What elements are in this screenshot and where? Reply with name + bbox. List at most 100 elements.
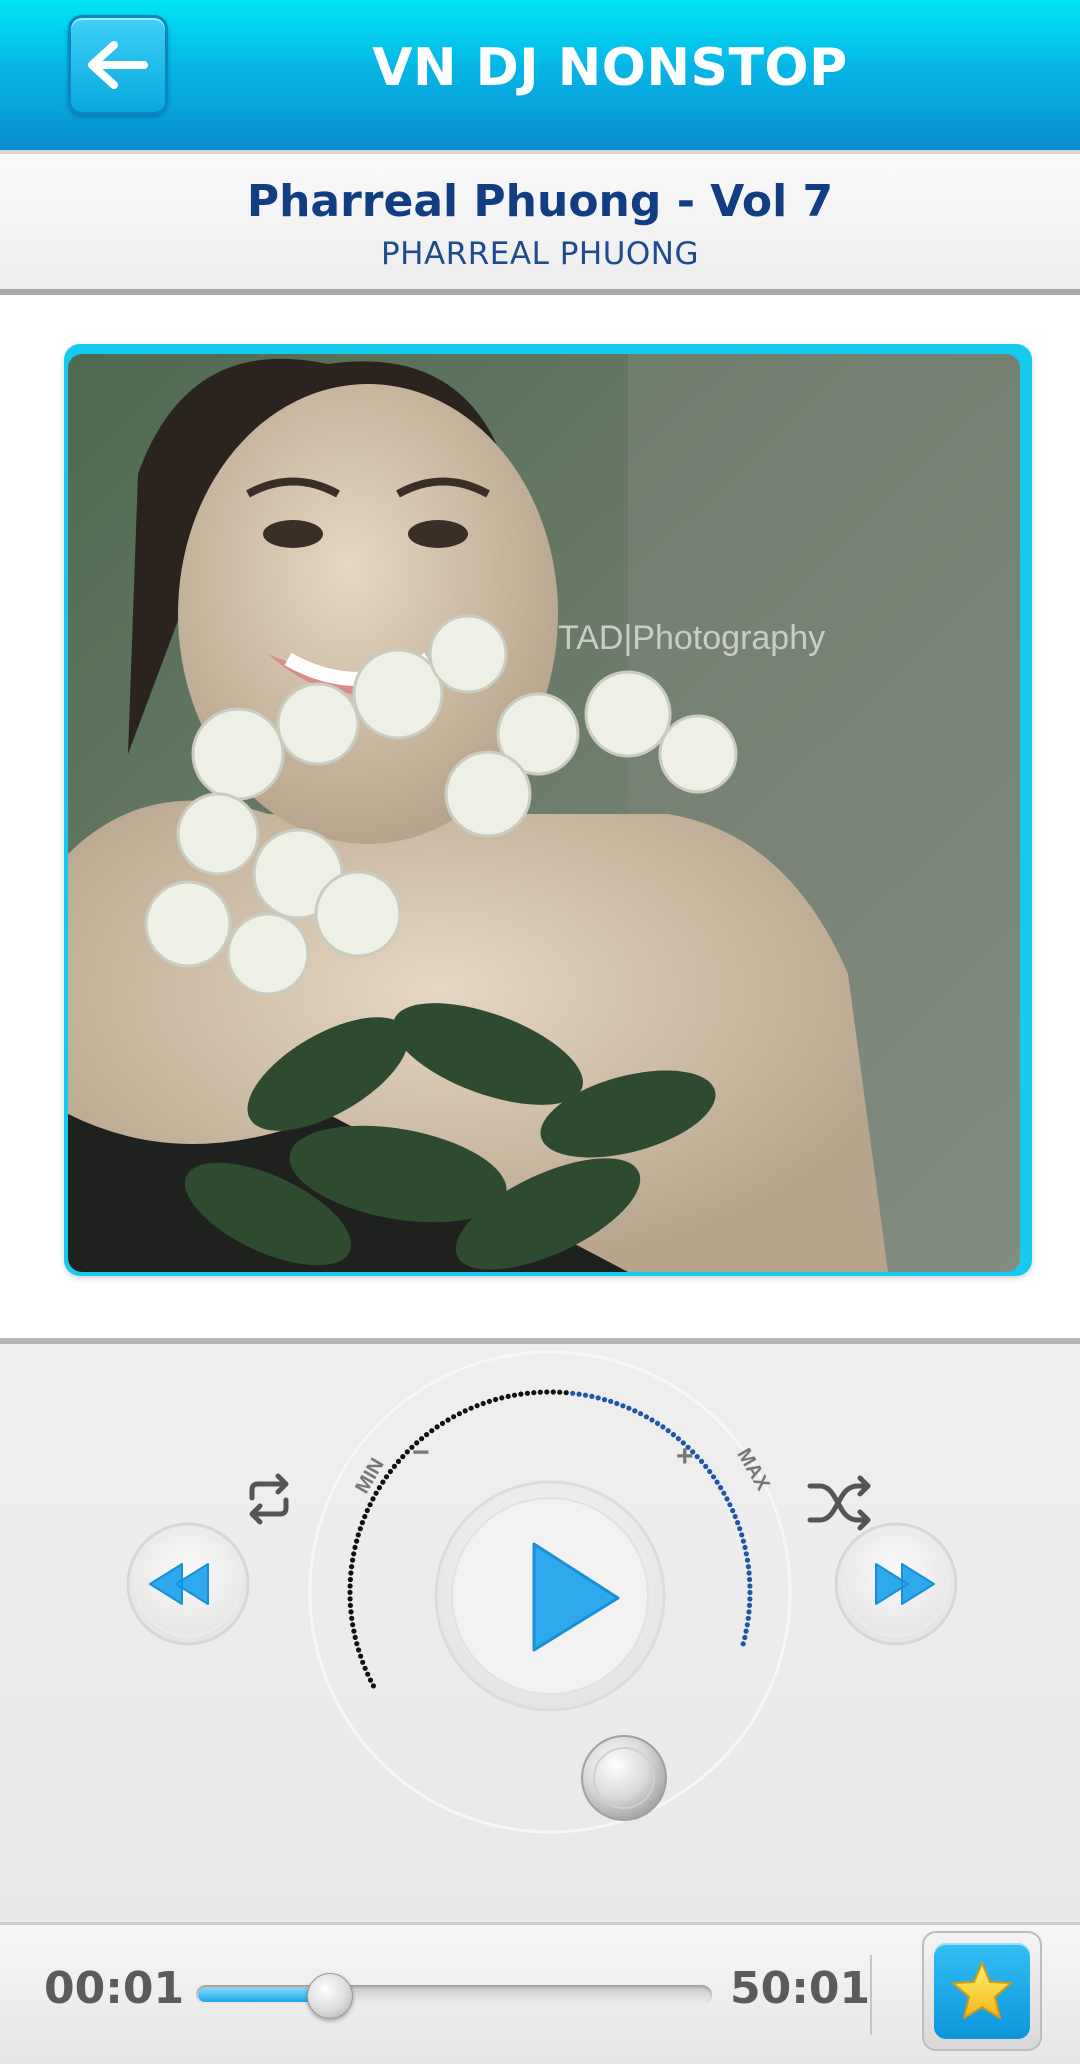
volume-dot: [387, 1468, 393, 1475]
volume-plus-sign: +: [676, 1440, 694, 1473]
volume-dot: [360, 1659, 366, 1665]
seek-bar[interactable]: [196, 1985, 712, 2005]
volume-dot: [348, 1570, 354, 1576]
volume-dot: [511, 1392, 518, 1398]
volume-dot: [365, 1671, 371, 1677]
volume-dot: [649, 1417, 655, 1423]
shuffle-button[interactable]: [807, 1475, 871, 1531]
volume-dot: [740, 1538, 747, 1544]
volume-dot: [563, 1390, 569, 1396]
volume-dot: [537, 1389, 543, 1395]
volume-dot: [582, 1392, 589, 1398]
volume-dot: [746, 1602, 753, 1608]
controls-canvas: MIN − + MAX: [126, 1350, 958, 1834]
divider: [870, 1955, 872, 2035]
volume-dot: [376, 1485, 382, 1491]
volume-dot: [557, 1389, 563, 1395]
volume-dot: [724, 1496, 730, 1502]
volume-dot: [744, 1557, 751, 1563]
volume-dot: [505, 1393, 511, 1399]
volume-dot: [357, 1526, 363, 1532]
volume-dot: [742, 1544, 748, 1550]
volume-dot: [347, 1596, 353, 1602]
volume-dot: [434, 1424, 440, 1430]
seek-thumb[interactable]: [307, 1973, 353, 2019]
volume-dot: [735, 1520, 741, 1526]
fast-forward-button[interactable]: [834, 1522, 958, 1646]
volume-dot: [347, 1576, 353, 1583]
volume-dot: [632, 1408, 638, 1414]
volume-dot: [347, 1602, 353, 1608]
volume-dot: [601, 1397, 608, 1403]
repeat-button[interactable]: [249, 1473, 289, 1525]
volume-dot: [354, 1641, 360, 1647]
album-art-frame: TAD|Photography: [64, 344, 1032, 1276]
app-header: VN DJ NONSTOP: [0, 0, 1080, 150]
volume-dot: [370, 1496, 376, 1502]
volume-dot: [614, 1400, 620, 1407]
rewind-button[interactable]: [126, 1522, 250, 1646]
track-artist: PHARREAL PHUONG: [380, 236, 699, 272]
volume-dot: [362, 1665, 368, 1671]
back-button[interactable]: [68, 15, 168, 115]
volume-dot: [355, 1532, 361, 1538]
volume-dot: [670, 1432, 677, 1438]
volume-dot: [727, 1502, 733, 1508]
volume-dot: [370, 1683, 376, 1689]
play-button[interactable]: [434, 1480, 666, 1712]
volume-dot: [350, 1622, 356, 1628]
volume-dot: [643, 1414, 650, 1420]
arrow-left-icon: [88, 41, 148, 89]
volume-dot: [747, 1596, 753, 1602]
volume-dot: [739, 1532, 745, 1538]
volume-dot: [660, 1424, 666, 1430]
volume-dot: [348, 1609, 354, 1615]
seek-bar-row: 00:01 50:01: [0, 1922, 1080, 2064]
volume-dot: [745, 1564, 752, 1570]
volume-dot: [747, 1583, 753, 1589]
volume-dot: [710, 1474, 717, 1480]
volume-dot: [468, 1405, 474, 1411]
volume-dot: [654, 1420, 661, 1426]
album-art: TAD|Photography: [68, 354, 1020, 1272]
volume-dot: [745, 1615, 751, 1621]
player-controls: MIN − + MAX: [0, 1338, 1080, 1922]
volume-dot: [486, 1398, 492, 1404]
volume-dot: [351, 1551, 357, 1557]
album-art-image: TAD|Photography: [68, 354, 1020, 1272]
volume-dot: [718, 1485, 724, 1491]
volume-dot: [474, 1403, 480, 1409]
favorite-button-frame: [922, 1931, 1042, 2051]
volume-dot: [707, 1468, 713, 1475]
volume-dot: [620, 1403, 626, 1409]
volume-dot: [550, 1389, 556, 1395]
volume-dot: [608, 1398, 614, 1404]
volume-dot: [531, 1390, 537, 1396]
volume-dot: [429, 1428, 435, 1434]
volume-dot: [359, 1520, 365, 1526]
volume-dot: [404, 1449, 410, 1455]
volume-max-label: MAX: [733, 1445, 775, 1495]
volume-dot: [743, 1628, 749, 1634]
volume-dot: [356, 1647, 362, 1653]
track-info: Pharreal Phuong - Vol 7 PHARREAL PHUONG: [0, 150, 1080, 295]
volume-dot: [747, 1576, 753, 1583]
volume-minus-sign: −: [412, 1436, 430, 1469]
volume-dot: [400, 1454, 406, 1460]
volume-dot: [349, 1615, 355, 1621]
star-icon: [952, 1962, 1012, 2019]
volume-dot: [589, 1393, 595, 1399]
volume-dot: [714, 1479, 720, 1485]
volume-dot: [445, 1417, 451, 1423]
volume-dot: [367, 1502, 373, 1508]
total-time: 50:01: [730, 1963, 871, 2014]
app-title: VN DJ NONSTOP: [372, 38, 848, 98]
volume-knob[interactable]: [581, 1735, 667, 1821]
volume-dot: [499, 1395, 505, 1401]
volume-dot: [391, 1463, 397, 1469]
volume-dot: [462, 1408, 468, 1414]
volume-dot: [732, 1513, 738, 1520]
favorite-button[interactable]: [934, 1943, 1030, 2039]
volume-dot: [373, 1490, 379, 1496]
volume-dot: [347, 1583, 353, 1589]
